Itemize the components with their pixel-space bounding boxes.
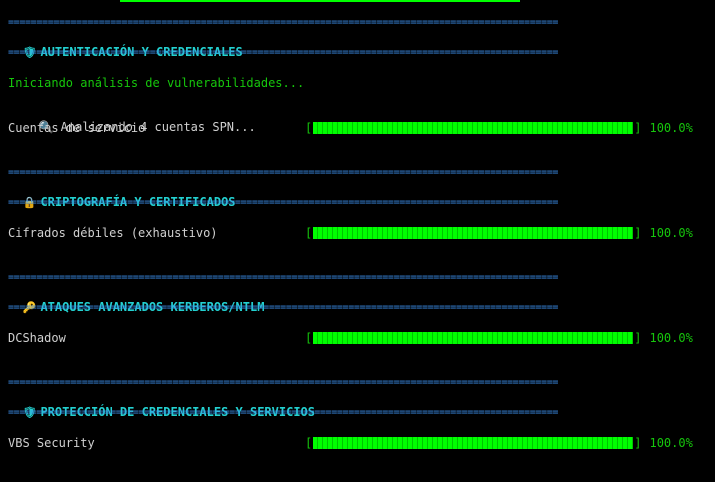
separator-rule: ========================================…: [8, 377, 559, 388]
bracket-open: [: [305, 121, 313, 135]
task-progress: [ ] 100.0%: [305, 436, 693, 450]
separator-rule: ========================================…: [8, 47, 559, 58]
progress-percent: 100.0%: [649, 331, 693, 345]
separator-rule: ========================================…: [8, 17, 559, 28]
separator-rule: ========================================…: [8, 167, 559, 178]
progress-bar: [313, 122, 634, 134]
bracket-close: ]: [634, 226, 642, 240]
progress-percent: 100.0%: [649, 436, 693, 450]
separator-rule: ========================================…: [8, 197, 559, 208]
progress-bar: [313, 227, 634, 239]
progress-percent: 100.0%: [649, 121, 693, 135]
bracket-close: ]: [634, 436, 642, 450]
task-label: DCShadow: [8, 331, 66, 345]
progress-bar-fill: [313, 332, 634, 344]
separator-rule: ========================================…: [8, 302, 559, 313]
bracket-open: [: [305, 226, 313, 240]
bracket-open: [: [305, 436, 313, 450]
previous-progress-bar-edge: [120, 0, 520, 2]
task-label: Cifrados débiles (exhaustivo): [8, 226, 218, 240]
progress-bar-fill: [313, 437, 634, 449]
task-progress: [ ] 100.0%: [305, 226, 693, 240]
progress-bar-fill: [313, 122, 634, 134]
progress-bar-fill: [313, 227, 634, 239]
progress-percent: 100.0%: [649, 226, 693, 240]
status-message: Iniciando análisis de vulnerabilidades..…: [8, 76, 305, 90]
task-label: Cuentas de servicio: [8, 121, 146, 135]
separator-rule: ========================================…: [8, 272, 559, 283]
bracket-close: ]: [634, 331, 642, 345]
task-progress: [ ] 100.0%: [305, 331, 693, 345]
progress-bar: [313, 332, 634, 344]
progress-bar: [313, 437, 634, 449]
bracket-open: [: [305, 331, 313, 345]
separator-rule: ========================================…: [8, 407, 559, 418]
task-progress: [ ] 100.0%: [305, 121, 693, 135]
bracket-close: ]: [634, 121, 642, 135]
task-label: VBS Security: [8, 436, 95, 450]
